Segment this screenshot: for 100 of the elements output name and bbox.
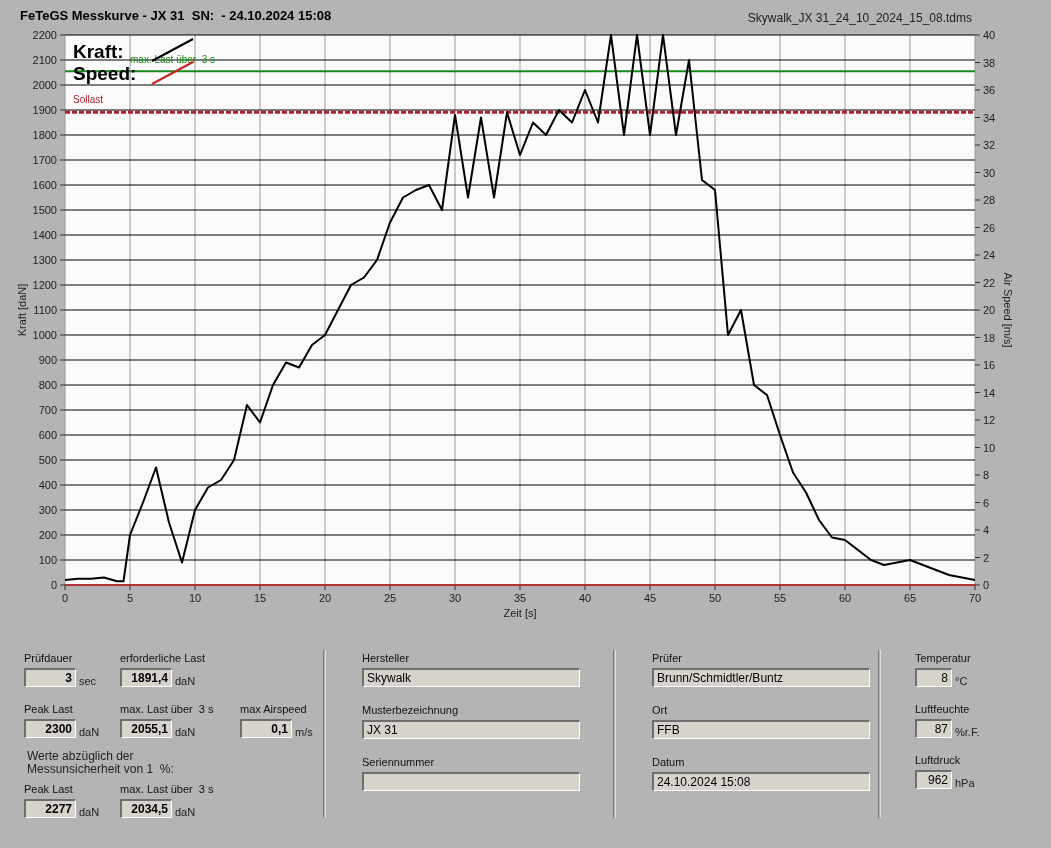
y-tick-label: 1600 — [32, 179, 57, 191]
value-field: 2277 — [24, 799, 76, 818]
unit-label: sec — [79, 675, 97, 687]
unit-label: m/s — [295, 726, 313, 738]
field-label: Luftdruck — [915, 753, 961, 767]
value-field: 1891,4 — [120, 668, 172, 687]
x-tick-label: 60 — [838, 592, 852, 604]
y-tick-label: 32 — [983, 139, 996, 151]
y-tick-label: 2000 — [32, 79, 57, 91]
x-tick-label: 35 — [513, 592, 527, 604]
value-field: 2300 — [24, 719, 76, 738]
x-tick-label: 70 — [968, 592, 982, 604]
x-tick-label: 55 — [773, 592, 787, 604]
y-tick-label: 40 — [983, 29, 996, 41]
y-tick-label: 1700 — [32, 154, 57, 166]
note-text: Werte abzüglich der — [27, 750, 135, 763]
x-tick-label: 25 — [383, 592, 397, 604]
y-tick-label: 800 — [38, 379, 57, 391]
y-tick-label: 38 — [983, 56, 996, 69]
unit-label: daN — [175, 726, 196, 738]
field-label: Datum — [652, 755, 685, 769]
field-label: max. Last über 3 s — [120, 782, 214, 796]
chart-title: FeTeGS Messkurve - JX 31 SN: - 24.10.2024 15:08 — [20, 8, 332, 23]
x-tick-label: 15 — [253, 592, 267, 604]
y-tick-label: 0 — [50, 579, 57, 591]
y-tick-label: 1300 — [32, 254, 57, 266]
y-tick-label: 700 — [38, 404, 57, 416]
value-field: 962 — [915, 770, 952, 789]
field-label: max. Last über 3 s — [120, 702, 214, 716]
field-label: Prüfdauer — [24, 651, 73, 665]
y-tick-label: 22 — [983, 276, 996, 289]
y-tick-label: 400 — [38, 479, 57, 491]
file-name: Skywalk_JX 31_24_10_2024_15_08.tdms — [747, 11, 972, 25]
unit-label: daN — [79, 806, 100, 818]
y-tick-label: 600 — [38, 429, 57, 441]
y-tick-label: 6 — [983, 496, 990, 509]
y-tick-label: 200 — [38, 529, 57, 541]
y-axis-title: Air Speed [m/s] — [1002, 272, 1014, 348]
x-tick-label: 65 — [903, 592, 917, 604]
note-text: Messunsicherheit von 1 %: — [27, 763, 175, 776]
x-tick-label: 50 — [708, 592, 722, 604]
field-label: Hersteller — [362, 651, 410, 665]
unit-label: daN — [79, 726, 100, 738]
value-field: 87 — [915, 719, 952, 738]
y-tick-label: 1400 — [32, 229, 57, 241]
unit-label: °C — [955, 675, 968, 687]
y-tick-label: 0 — [983, 579, 990, 591]
x-tick-label: 30 — [448, 592, 462, 604]
y-tick-label: 300 — [38, 504, 57, 516]
y-tick-label: 16 — [983, 359, 996, 371]
x-tick-label: 20 — [318, 592, 332, 604]
y-tick-label: 500 — [38, 454, 57, 466]
y-tick-label: 30 — [983, 166, 996, 179]
y-tick-label: 4 — [983, 524, 990, 536]
y-tick-label: 20 — [983, 304, 996, 316]
y-tick-label: 28 — [983, 194, 996, 206]
field-label: Prüfer — [652, 651, 682, 665]
unit-label: daN — [175, 675, 196, 687]
y-tick-label: 900 — [38, 354, 57, 366]
field-label: Ort — [652, 703, 668, 717]
value-field: 3 — [24, 668, 76, 687]
field-label: max Airspeed — [240, 702, 307, 716]
value-field: 0,1 — [240, 719, 292, 738]
y-tick-label: 1500 — [32, 204, 57, 216]
x-tick-label: 40 — [578, 592, 592, 604]
y-tick-label: 14 — [983, 386, 996, 399]
field-label: Seriennummer — [362, 755, 435, 769]
field-label: Peak Last — [24, 702, 73, 716]
y-tick-label: 24 — [983, 249, 996, 261]
y-tick-label: 2200 — [32, 29, 57, 41]
y-tick-label: 2 — [983, 551, 990, 564]
x-tick-label: 5 — [126, 592, 134, 604]
legend-label: Kraft: — [73, 41, 124, 62]
value-field: 2055,1 — [120, 719, 172, 738]
value-field: 8 — [915, 668, 952, 687]
y-tick-label: 100 — [38, 554, 57, 566]
y-tick-label: 8 — [983, 469, 990, 481]
y-tick-label: 2100 — [32, 54, 57, 66]
x-tick-label: 0 — [61, 592, 69, 604]
y-tick-label: 10 — [983, 441, 996, 454]
reference-label: Sollast — [73, 94, 103, 106]
field-label: Temperatur — [915, 651, 971, 665]
x-tick-label: 45 — [643, 592, 657, 604]
legend-line — [151, 61, 194, 85]
unit-label: hPa — [955, 777, 975, 789]
unit-label: daN — [175, 806, 196, 818]
field-label: Luftfeuchte — [915, 702, 970, 716]
y-tick-label: 26 — [983, 221, 996, 234]
y-tick-label: 12 — [983, 414, 996, 426]
y-tick-label: 18 — [983, 331, 996, 344]
y-tick-label: 1100 — [33, 304, 57, 316]
field-label: erforderliche Last — [120, 651, 205, 665]
field-label: Peak Last — [24, 782, 73, 796]
y-tick-label: 1800 — [32, 129, 57, 141]
y-axis-title: Kraft [daN] — [16, 283, 28, 337]
y-tick-label: 1900 — [32, 104, 57, 116]
value-field: 2034,5 — [120, 799, 172, 818]
y-tick-label: 34 — [983, 111, 996, 124]
x-tick-label: 10 — [188, 592, 202, 604]
field-label: Musterbezeichnung — [362, 703, 458, 717]
